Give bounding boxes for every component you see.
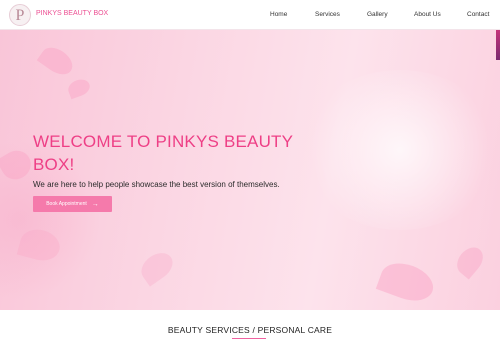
hero-glow: [300, 70, 500, 230]
petal-decoration: [136, 247, 178, 287]
petal-decoration: [65, 76, 93, 100]
site-header: P PINKYS BEAUTY BOX Home Services Galler…: [0, 0, 500, 30]
petal-decoration: [451, 242, 489, 280]
nav-about-us[interactable]: About Us: [414, 11, 441, 18]
nav-gallery[interactable]: Gallery: [367, 11, 388, 18]
nav-home[interactable]: Home: [270, 11, 287, 18]
book-appointment-button[interactable]: Book Appointment →: [33, 196, 112, 212]
logo-letter: P: [15, 7, 25, 24]
section-title: BEAUTY SERVICES / PERSONAL CARE: [167, 325, 333, 335]
logo-icon[interactable]: P: [9, 4, 31, 26]
hero-title: WELCOME TO PINKYS BEAUTY BOX!: [33, 132, 293, 174]
nav-services[interactable]: Services: [315, 11, 340, 18]
page: P PINKYS BEAUTY BOX Home Services Galler…: [0, 0, 500, 350]
petal-decoration: [36, 42, 78, 80]
petal-decoration: [375, 256, 439, 308]
hero-subtitle: We are here to help people showcase the …: [33, 180, 280, 189]
hero-banner: WELCOME TO PINKYS BEAUTY BOX! We are her…: [0, 30, 500, 310]
section-divider: [232, 338, 266, 339]
services-section: BEAUTY SERVICES / PERSONAL CARE: [0, 310, 500, 350]
arrow-right-icon: →: [91, 200, 99, 208]
scroll-indicator[interactable]: [496, 30, 500, 60]
brand-name[interactable]: PINKYS BEAUTY BOX: [36, 10, 108, 17]
nav-contact[interactable]: Contact: [467, 11, 489, 18]
book-appointment-label: Book Appointment: [46, 201, 87, 207]
